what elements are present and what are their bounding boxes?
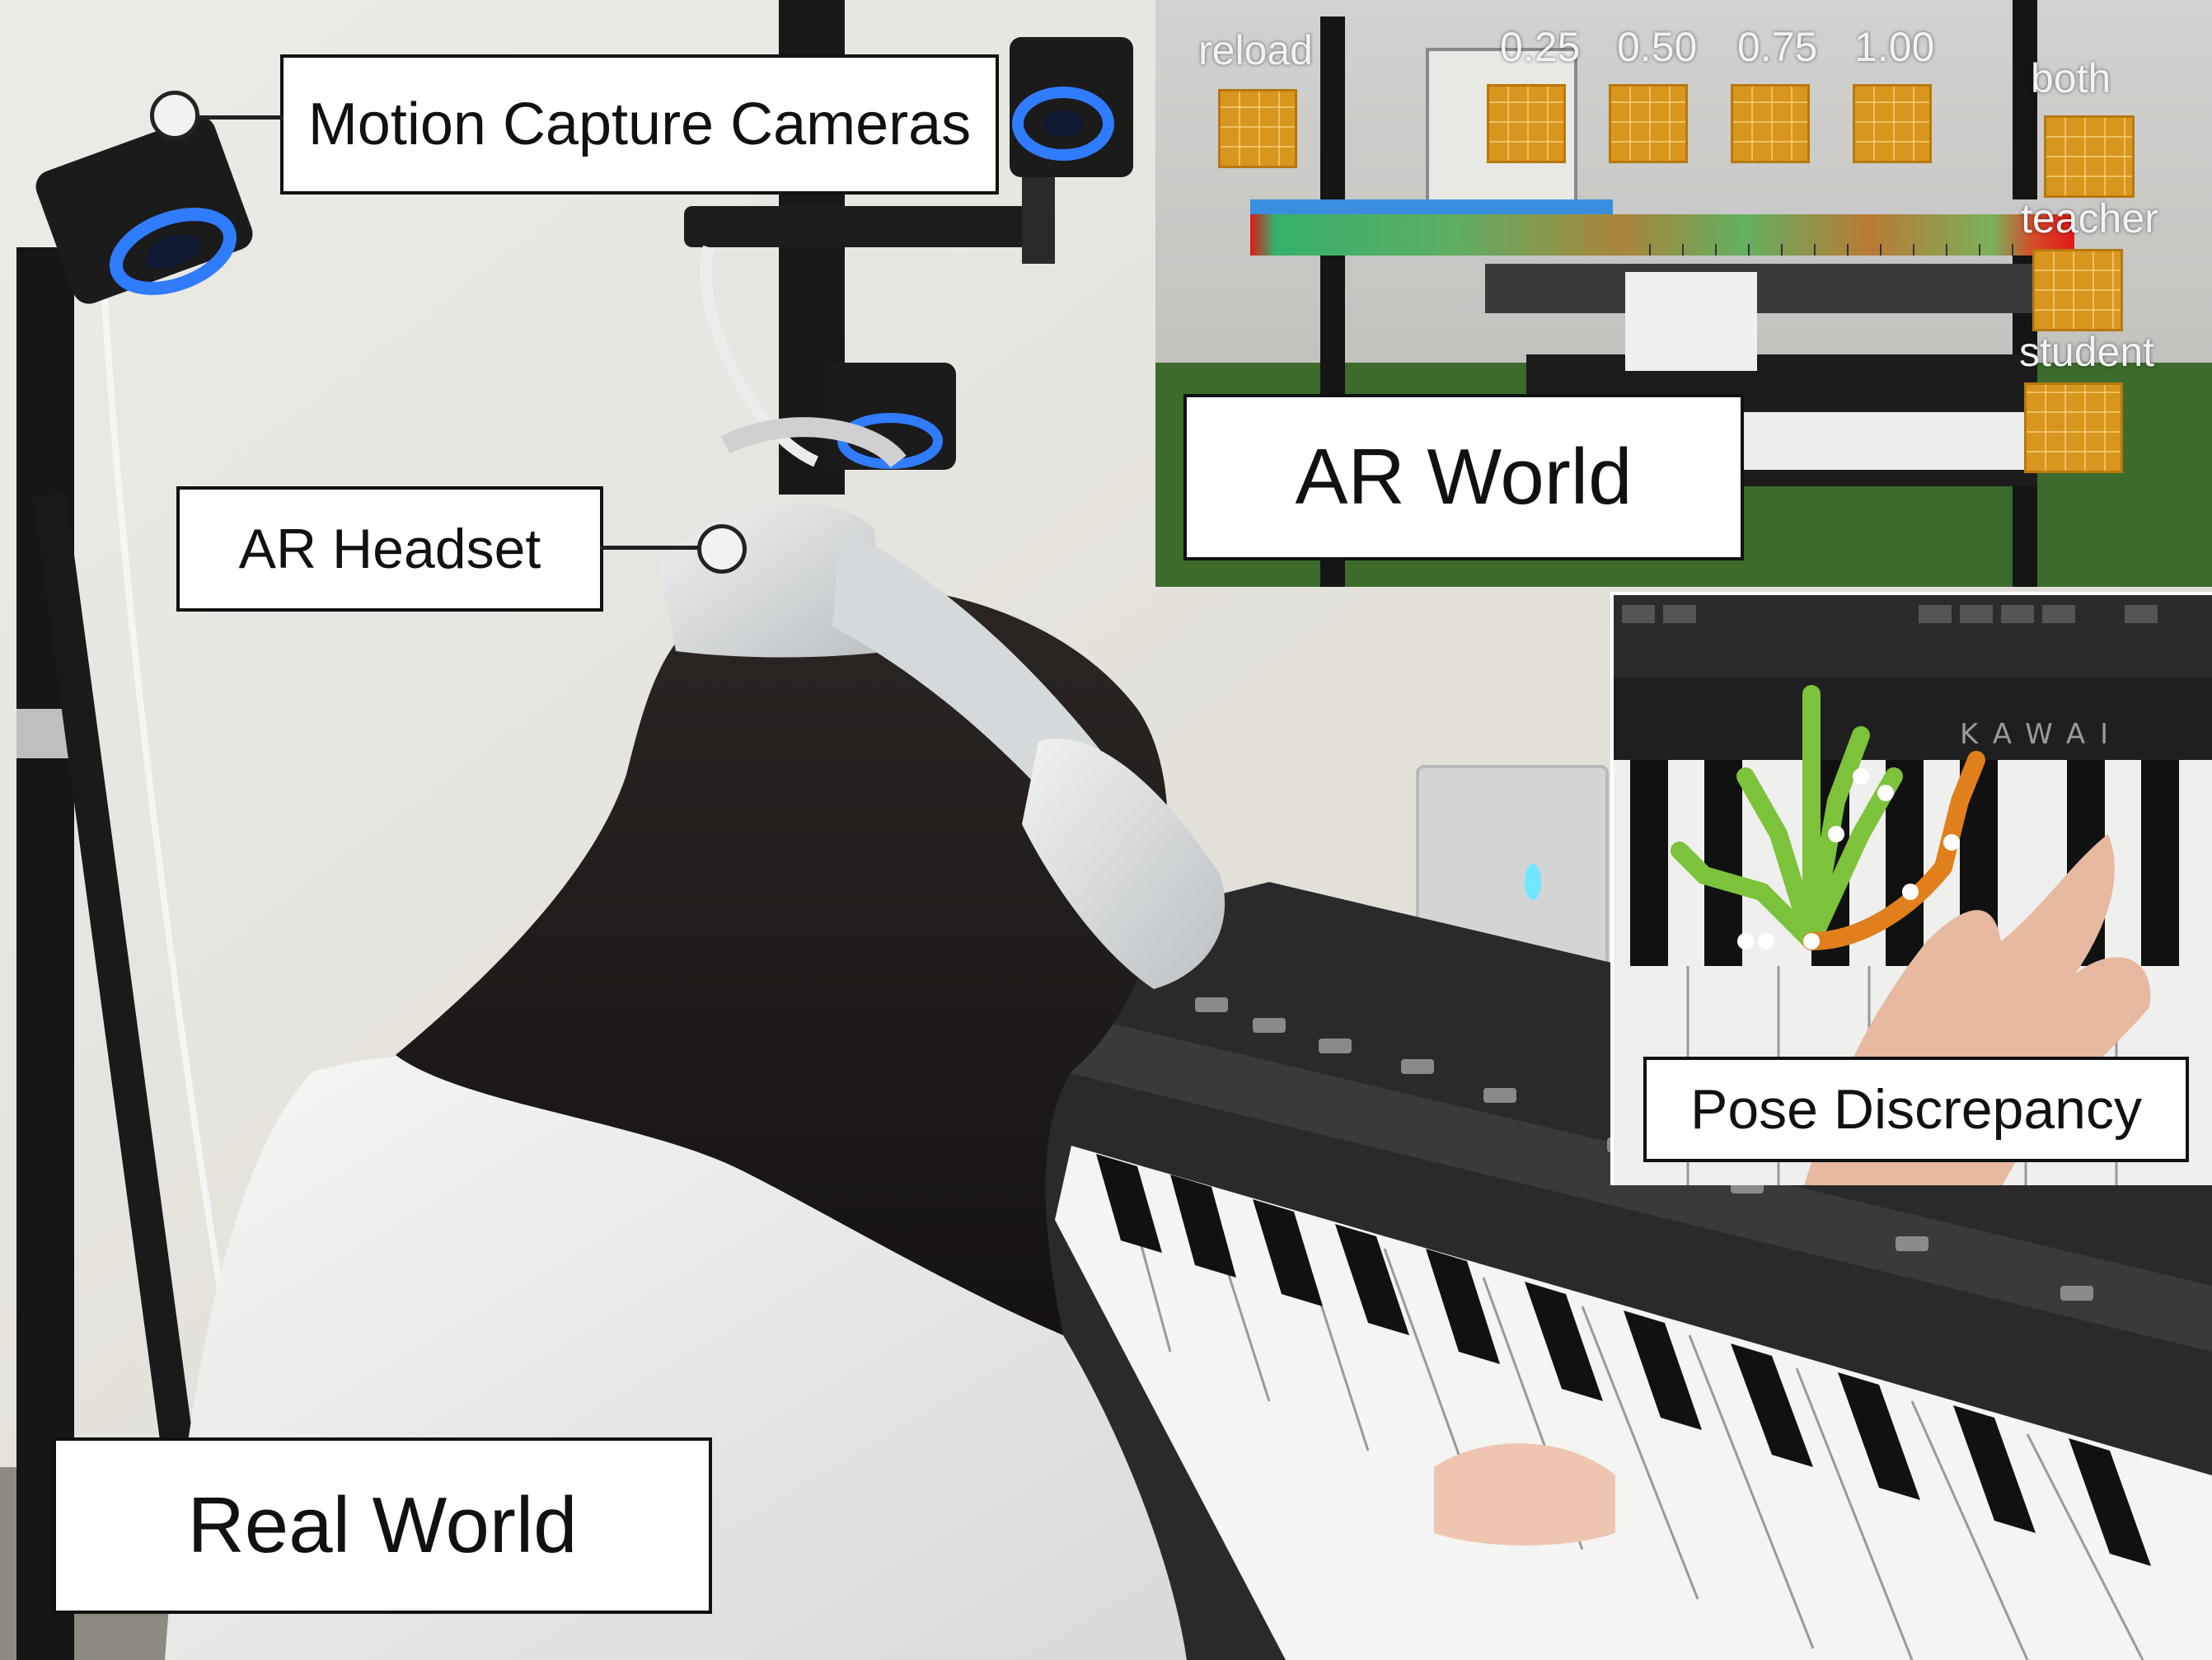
teacher-button[interactable] bbox=[2032, 249, 2123, 331]
ar-world-panel: reload 0.25 0.50 0.75 1.00 both teacher … bbox=[1155, 0, 2212, 587]
timeline-progress bbox=[1250, 199, 1613, 214]
speed-label-2: 0.75 bbox=[1737, 24, 1818, 70]
reload-label: reload bbox=[1198, 27, 1313, 73]
ar-headset-marker bbox=[697, 524, 747, 574]
person-hand bbox=[1434, 1443, 1615, 1545]
speed-label-1: 0.50 bbox=[1617, 24, 1698, 70]
motion-capture-camera-2 bbox=[1010, 37, 1133, 177]
ar-world-label: AR World bbox=[1183, 394, 1744, 560]
reload-button[interactable] bbox=[1218, 89, 1297, 168]
student-label: student bbox=[2019, 329, 2155, 375]
teacher-label: teacher bbox=[2021, 195, 2158, 241]
speed-button-2[interactable] bbox=[1731, 84, 1810, 163]
pose-discrepancy-panel: KAWAI Pose Discrepancy bbox=[1610, 592, 2212, 1185]
speed-button-0[interactable] bbox=[1487, 84, 1566, 163]
ar-headset-label: AR Headset bbox=[176, 486, 603, 612]
motion-capture-label: Motion Capture Cameras bbox=[280, 54, 999, 195]
speed-button-1[interactable] bbox=[1609, 84, 1688, 163]
speed-button-3[interactable] bbox=[1853, 84, 1932, 163]
motion-capture-marker bbox=[150, 91, 199, 140]
both-label: both bbox=[2031, 55, 2111, 101]
speed-label-3: 1.00 bbox=[1854, 24, 1935, 70]
student-button[interactable] bbox=[2024, 382, 2123, 473]
speed-label-0: 0.25 bbox=[1500, 24, 1581, 70]
real-world-label: Real World bbox=[53, 1437, 712, 1614]
pose-error-timeline bbox=[1250, 214, 2074, 256]
pose-discrepancy-label: Pose Discrepancy bbox=[1643, 1057, 2189, 1162]
both-button[interactable] bbox=[2044, 115, 2135, 198]
brand-text: KAWAI bbox=[1960, 718, 2123, 751]
